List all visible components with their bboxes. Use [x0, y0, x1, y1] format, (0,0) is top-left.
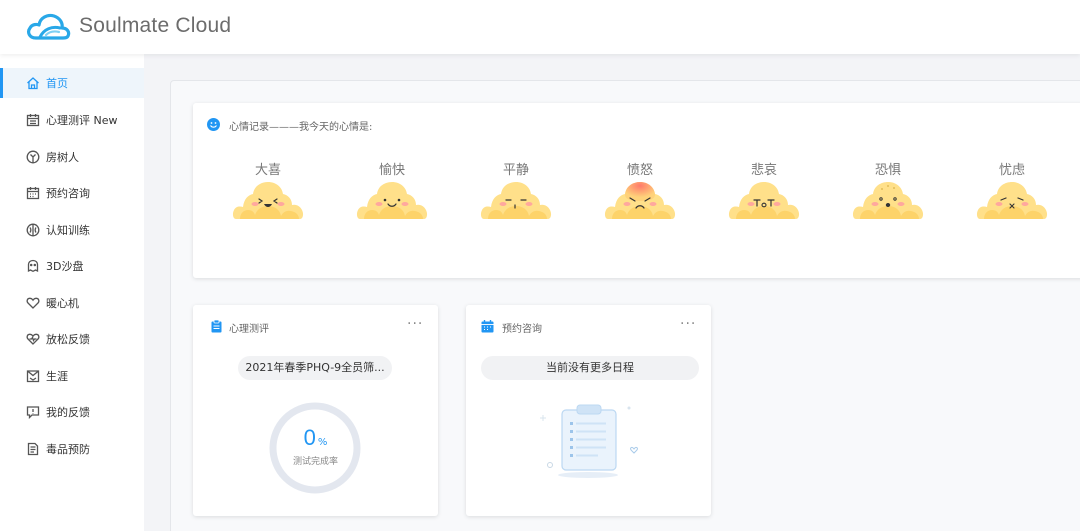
sidebar-item-drug-prevention[interactable]: 毒品预防 — [0, 434, 144, 464]
mood-label: 愤怒 — [626, 163, 653, 178]
sidebar-item-label: 我的反馈 — [46, 406, 90, 419]
sidebar-item-label: 首页 — [46, 77, 68, 90]
angry-cloud-icon — [604, 182, 676, 219]
mood-option-sad[interactable]: 悲哀 — [726, 159, 802, 223]
mood-option-worry[interactable]: 忧虑 — [974, 159, 1050, 223]
mood-label: 悲哀 — [750, 163, 777, 178]
current-test-pill[interactable]: 2021年春季PHQ-9全员筛... — [238, 356, 392, 380]
mood-option-calm[interactable]: 平静 — [478, 159, 554, 223]
sidebar-item-cognitive-training[interactable]: 认知训练 — [0, 215, 144, 245]
brain-icon — [26, 223, 40, 237]
empty-schedule-pill: 当前没有更多日程 — [481, 356, 699, 380]
empty-clipboard-illustration — [540, 404, 638, 478]
calm-cloud-icon — [480, 182, 552, 219]
mood-option-fear[interactable]: 恐惧 — [850, 159, 926, 223]
assessment-card: 心理测评 ··· 2021年春季PHQ-9全员筛... 0% 测试完成率 — [193, 305, 438, 516]
sidebar-item-appointment[interactable]: 预约咨询 — [0, 178, 144, 208]
fear-cloud-icon — [852, 182, 924, 219]
worry-cloud-icon — [976, 182, 1048, 219]
calendar-icon — [481, 320, 494, 333]
sidebar-item-warm-heart[interactable]: 暖心机 — [0, 288, 144, 318]
mood-option-happy[interactable]: 愉快 — [354, 159, 430, 223]
completion-value: 0% — [193, 425, 438, 451]
sidebar-item-label: 房树人 — [46, 151, 79, 164]
happy-cloud-icon — [356, 182, 428, 219]
mood-record-card: 心情记录———我今天的心情是: 大喜 愉快 平静 愤怒 悲哀 恐惧 忧虑 — [193, 103, 1080, 278]
sad-cloud-icon — [728, 182, 800, 219]
cloud-logo-icon[interactable] — [26, 11, 72, 43]
sidebar-item-label: 暖心机 — [46, 297, 79, 310]
document-icon — [26, 442, 40, 456]
career-icon — [26, 369, 40, 383]
sidebar-item-assessment[interactable]: 心理测评 New — [0, 105, 144, 135]
mood-label: 大喜 — [254, 163, 281, 178]
sidebar: 首页 心理测评 New 房树人 预约咨询 认知训练 3D沙盘 暖心机 放松反馈 … — [0, 54, 144, 531]
sandbox-icon — [26, 259, 40, 273]
mood-option-big-joy[interactable]: 大喜 — [230, 159, 306, 223]
relax-heart-icon — [26, 332, 40, 346]
feedback-icon — [26, 405, 40, 420]
mood-option-angry[interactable]: 愤怒 — [602, 159, 678, 223]
sidebar-item-home[interactable]: 首页 — [0, 68, 144, 98]
top-header: Soulmate Cloud — [0, 0, 1080, 54]
app-title: Soulmate Cloud — [79, 14, 232, 37]
calendar-icon — [26, 113, 40, 127]
mood-label: 平静 — [502, 163, 529, 178]
smiley-icon — [207, 118, 220, 131]
clipboard-icon — [211, 320, 222, 333]
sidebar-item-label: 毒品预防 — [46, 443, 90, 456]
tree-icon — [26, 150, 40, 164]
sidebar-item-3d-sandbox[interactable]: 3D沙盘 — [0, 251, 144, 281]
more-button[interactable]: ··· — [407, 316, 423, 332]
sidebar-item-label: 3D沙盘 — [46, 260, 84, 273]
schedule-icon — [26, 186, 40, 200]
sidebar-item-label: 认知训练 — [46, 224, 90, 237]
sidebar-item-label: 生涯 — [46, 370, 68, 383]
sidebar-item-label: 放松反馈 — [46, 333, 90, 346]
sidebar-item-label: 心理测评 New — [46, 114, 118, 127]
mood-label: 恐惧 — [874, 163, 901, 178]
sidebar-item-htp[interactable]: 房树人 — [0, 142, 144, 172]
appointment-card-title: 预约咨询 — [502, 324, 542, 335]
mood-label: 忧虑 — [998, 163, 1025, 178]
heart-icon — [26, 296, 40, 310]
sidebar-item-career[interactable]: 生涯 — [0, 361, 144, 391]
home-icon — [26, 76, 40, 90]
completion-unit: % — [317, 437, 328, 448]
sidebar-item-my-feedback[interactable]: 我的反馈 — [0, 397, 144, 427]
assessment-card-title: 心理测评 — [229, 324, 269, 335]
sidebar-item-label: 预约咨询 — [46, 187, 90, 200]
more-button[interactable]: ··· — [680, 316, 696, 332]
mood-card-title: 心情记录———我今天的心情是: — [229, 122, 373, 133]
joy-cloud-icon — [232, 182, 304, 219]
sidebar-item-relax-feedback[interactable]: 放松反馈 — [0, 324, 144, 354]
completion-label: 测试完成率 — [292, 457, 338, 467]
completion-number: 0 — [303, 425, 316, 450]
mood-label: 愉快 — [378, 163, 405, 178]
appointment-card: 预约咨询 ··· 当前没有更多日程 — [466, 305, 711, 516]
